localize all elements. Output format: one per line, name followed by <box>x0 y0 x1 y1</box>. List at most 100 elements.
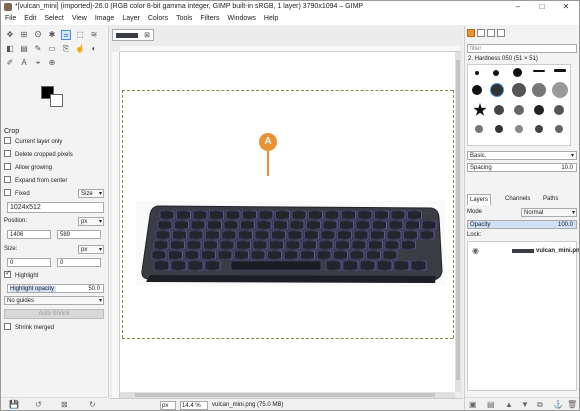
position-y-input[interactable]: 589 <box>57 230 101 239</box>
text-tool-icon[interactable]: A <box>19 58 29 68</box>
delete-preset-icon[interactable]: ⊠ <box>61 400 68 409</box>
brush-swatch[interactable] <box>495 125 503 133</box>
brush-swatch[interactable] <box>532 83 546 97</box>
gradient-tool-icon[interactable]: ▤ <box>19 44 29 54</box>
current-layer-only-checkbox[interactable] <box>4 136 11 144</box>
image-tab[interactable]: ⊠ <box>112 29 154 41</box>
brush-swatch[interactable] <box>552 82 568 98</box>
duplicate-layer-icon[interactable]: ⧉ <box>537 400 543 410</box>
menu-filters[interactable]: Filters <box>196 13 223 25</box>
expand-from-center-checkbox[interactable] <box>4 175 11 183</box>
expand-from-center-option[interactable]: Expand from center <box>4 175 67 186</box>
document-history-tab-icon[interactable] <box>497 29 505 37</box>
layer-opacity-slider[interactable]: Opacity 100.0 <box>467 220 577 229</box>
allow-growing-option[interactable]: Allow growing <box>4 162 52 173</box>
patterns-tab-icon[interactable] <box>477 29 485 37</box>
brush-swatch[interactable] <box>472 85 482 95</box>
anchor-layer-icon[interactable]: ⚓ <box>553 400 563 409</box>
size-width-input[interactable]: 0 <box>7 258 51 267</box>
tab-channels[interactable]: Channels <box>503 194 532 204</box>
brush-swatch[interactable] <box>514 105 524 115</box>
paintbrush-icon[interactable]: ✎ <box>33 44 43 54</box>
fixed-option[interactable]: Fixed <box>4 188 30 199</box>
brushes-tab-icon[interactable] <box>467 29 475 37</box>
size-unit-select[interactable]: px ▾ <box>78 245 104 254</box>
delete-cropped-option[interactable]: Delete cropped pixels <box>4 149 73 160</box>
zoom-select[interactable]: 14.4 % <box>180 401 208 410</box>
move-tool-icon[interactable]: ✥ <box>5 30 15 40</box>
restore-preset-icon[interactable]: ↺ <box>35 400 42 409</box>
menu-windows[interactable]: Windows <box>223 13 259 25</box>
current-layer-only-option[interactable]: Current layer only <box>4 136 62 147</box>
background-color-swatch[interactable] <box>50 94 63 107</box>
position-unit-select[interactable]: px ▾ <box>78 217 104 226</box>
brush-swatch[interactable] <box>535 125 543 133</box>
size-height-input[interactable]: 0 <box>57 258 101 267</box>
shrink-merged-checkbox[interactable] <box>4 322 11 330</box>
paths-tool-icon[interactable]: ✐ <box>5 58 15 68</box>
crop-tool-icon[interactable]: ⌗ <box>61 30 71 40</box>
lower-layer-icon[interactable]: ▼ <box>521 400 529 409</box>
fuzzy-select-icon[interactable]: ✱ <box>47 30 57 40</box>
new-group-icon[interactable]: ▤ <box>487 400 495 409</box>
brush-swatch[interactable] <box>554 69 566 72</box>
brush-swatch[interactable] <box>493 70 499 76</box>
save-preset-icon[interactable]: 💾 <box>9 400 19 409</box>
delete-layer-icon[interactable]: 🗑 <box>567 400 577 409</box>
allow-growing-checkbox[interactable] <box>4 162 11 170</box>
raise-layer-icon[interactable]: ▲ <box>505 400 513 409</box>
clone-tool-icon[interactable]: ⎘ <box>61 44 71 54</box>
vertical-scroll-thumb[interactable] <box>456 60 460 380</box>
horizontal-scroll-thumb[interactable] <box>135 393 435 397</box>
brush-swatch[interactable] <box>512 83 526 97</box>
menu-image[interactable]: Image <box>91 13 118 25</box>
highlight-opacity-slider[interactable]: Highlight opacity 50.0 <box>7 284 104 293</box>
zoom-tool-icon[interactable]: ⊕ <box>47 58 57 68</box>
brush-filter-input[interactable]: filter <box>467 44 577 53</box>
position-x-input[interactable]: 1406 <box>7 230 51 239</box>
menu-colors[interactable]: Colors <box>144 13 172 25</box>
brush-swatch[interactable] <box>513 68 522 77</box>
keyboard-image[interactable] <box>136 201 445 286</box>
paint-bucket-icon[interactable]: ◧ <box>5 44 15 54</box>
unified-transform-icon[interactable]: ⬚ <box>75 30 85 40</box>
smudge-tool-icon[interactable]: ☝ <box>75 44 85 54</box>
fixed-checkbox[interactable] <box>4 188 11 196</box>
brush-swatch[interactable] <box>475 125 483 133</box>
layer-mode-select[interactable]: Normal ▾ <box>521 208 577 217</box>
new-layer-icon[interactable]: ▣ <box>469 400 477 409</box>
brush-swatch-selected[interactable] <box>490 83 504 97</box>
eraser-icon[interactable]: ▭ <box>47 44 57 54</box>
fixed-size-input[interactable]: 1024x512 <box>7 202 104 213</box>
menu-edit[interactable]: Edit <box>20 13 40 25</box>
color-picker-icon[interactable]: ⌖ <box>33 58 43 68</box>
menu-file[interactable]: File <box>1 13 20 25</box>
delete-cropped-checkbox[interactable] <box>4 149 11 157</box>
brush-swatch[interactable] <box>515 125 523 133</box>
maximize-button[interactable]: □ <box>530 1 554 13</box>
align-tool-icon[interactable]: ⊞ <box>19 30 29 40</box>
highlight-option[interactable]: Highlight <box>4 269 38 281</box>
status-unit-select[interactable]: px <box>160 401 176 410</box>
brush-swatch[interactable] <box>555 125 563 133</box>
brush-spacing-slider[interactable]: Spacing 10.0 <box>467 163 577 172</box>
shrink-merged-option[interactable]: Shrink merged <box>4 322 54 333</box>
warp-tool-icon[interactable]: ≋ <box>89 30 99 40</box>
brush-swatch[interactable] <box>534 105 544 115</box>
vertical-scrollbar[interactable] <box>455 52 461 392</box>
guides-select[interactable]: No guides ▾ <box>4 296 104 305</box>
menu-tools[interactable]: Tools <box>172 13 196 25</box>
eye-icon[interactable]: ◉ <box>472 245 479 257</box>
minimize-button[interactable]: – <box>506 1 530 13</box>
menu-select[interactable]: Select <box>40 13 67 25</box>
brush-swatch[interactable] <box>494 105 504 115</box>
brush-swatch-star[interactable] <box>473 103 487 116</box>
brush-preset-select[interactable]: Basic. ▾ <box>467 151 577 160</box>
menu-layer[interactable]: Layer <box>118 13 144 25</box>
layer-row[interactable]: ◉ vulcan_mini.png <box>468 245 579 257</box>
auto-shrink-button[interactable]: Auto Shrink <box>4 309 104 319</box>
fixed-mode-select[interactable]: Size ▾ <box>78 189 104 198</box>
fonts-tab-icon[interactable] <box>487 29 495 37</box>
dodge-burn-icon[interactable]: ◐ <box>89 44 99 54</box>
close-tab-icon[interactable]: ⊠ <box>144 31 150 39</box>
